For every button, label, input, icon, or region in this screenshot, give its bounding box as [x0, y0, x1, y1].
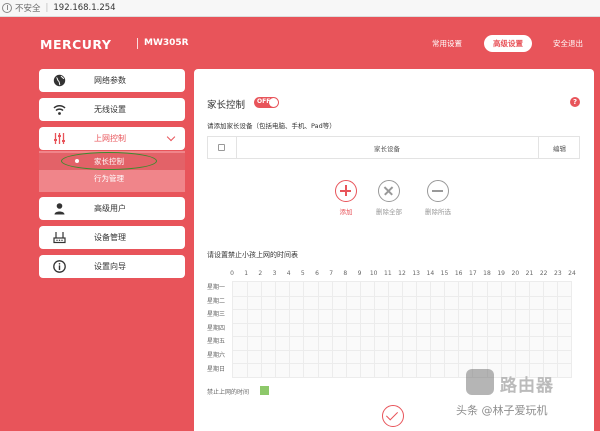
schedule-title: 请设置禁止小孩上网的时间表 — [207, 251, 298, 259]
legend-label: 禁止上网的时间 — [207, 389, 250, 396]
sidebar-item-label: 设置向导 — [94, 262, 126, 271]
day-label: 星期六 — [207, 352, 226, 359]
nav-exit[interactable]: 安全退出 — [550, 35, 586, 52]
highlight-ellipse — [61, 152, 157, 170]
sidebar-item-network[interactable]: 网络参数 — [39, 69, 185, 92]
grid-line — [233, 349, 571, 351]
router-watermark-icon — [466, 369, 494, 395]
sidebar-item-label: 设备管理 — [94, 233, 126, 242]
hour-header: 0 1 2 3 4 5 6 7 8 9 10 11 12 13 14 15 16 17 18 19 20 21 22 23 24 — [230, 270, 576, 279]
hour-label: 14 — [426, 270, 435, 277]
sidebar-item-access-control[interactable]: 上网控制 — [39, 127, 185, 150]
hour-label: 10 — [369, 270, 378, 277]
hour-label: 21 — [525, 270, 534, 277]
hour-label: 6 — [315, 270, 319, 277]
legend-swatch — [260, 386, 269, 395]
hour-label: 3 — [272, 270, 277, 277]
delete-selected-label: 删除所选 — [425, 208, 451, 216]
plus-icon — [335, 180, 357, 202]
hour-label: 22 — [539, 270, 548, 277]
hour-label: 24 — [568, 270, 576, 277]
address-separator: | — [45, 3, 49, 13]
grid-line — [233, 322, 571, 324]
day-label: 星期日 — [207, 365, 226, 373]
watermark-logo: 路由器 — [466, 368, 584, 396]
sidebar-subitem-label: 行为管理 — [94, 174, 124, 183]
grid-line — [233, 309, 571, 311]
hour-label: 19 — [497, 270, 505, 277]
security-label: 不安全 — [15, 4, 41, 14]
close-icon — [378, 180, 400, 202]
top-header: MERCURY MW305R 常用设置 高级设置 安全退出 — [0, 17, 600, 67]
add-devices-hint: 请添加家长设备（包括电脑、手机、Pad等） — [207, 122, 336, 130]
hour-label: 12 — [398, 270, 406, 277]
sidebar-item-advanced-users[interactable]: 高级用户 — [39, 197, 185, 220]
hour-label: 15 — [440, 270, 449, 277]
info-icon — [53, 260, 66, 273]
model-name: MW305R — [144, 38, 189, 48]
nav-advanced-setup[interactable]: 高级设置 — [484, 35, 532, 52]
day-label: 星期三 — [207, 311, 226, 319]
grid-line — [233, 295, 571, 297]
sidebar-item-label: 上网控制 — [94, 134, 126, 143]
router-icon — [53, 232, 66, 244]
watermark-brand: 路由器 — [500, 376, 554, 396]
day-label: 星期一 — [207, 284, 226, 291]
hour-label: 0 — [230, 270, 234, 277]
sliders-icon — [54, 133, 65, 144]
hour-label: 18 — [483, 270, 491, 277]
hour-label: 13 — [412, 270, 420, 277]
nav-quick-setup[interactable]: 常用设置 — [425, 35, 469, 52]
hour-label: 7 — [329, 270, 334, 277]
hour-label: 4 — [286, 270, 291, 277]
page-title: 家长控制 — [207, 100, 246, 111]
sidebar-item-label: 网络参数 — [94, 76, 126, 85]
parental-control-toggle[interactable]: OFF — [254, 97, 279, 108]
hour-label: 17 — [469, 270, 477, 277]
select-all-checkbox[interactable] — [218, 144, 225, 151]
hour-label: 11 — [384, 270, 392, 277]
parent-devices-table: 家长设备 编辑 — [207, 136, 580, 159]
delete-selected-button[interactable]: 删除所选 — [408, 180, 468, 216]
column-header-edit: 编辑 — [553, 145, 566, 153]
help-icon[interactable]: ? — [570, 97, 580, 107]
save-button[interactable] — [382, 405, 404, 427]
sidebar-item-setup-wizard[interactable]: 设置向导 — [39, 255, 185, 278]
hour-label: 20 — [511, 270, 520, 277]
sidebar-item-device-management[interactable]: 设备管理 — [39, 226, 185, 249]
hour-label: 9 — [357, 270, 362, 277]
url-text[interactable]: 192.168.1.254 — [53, 3, 115, 13]
hour-label: 1 — [244, 270, 249, 277]
sidebar-item-wireless[interactable]: 无线设置 — [39, 98, 185, 121]
day-label: 星期二 — [207, 297, 226, 305]
sidebar-item-label: 无线设置 — [94, 105, 126, 114]
sidebar-subitem-behavior-management[interactable]: 行为管理 — [39, 170, 185, 187]
watermark-source: 头条 @林子爱玩机 — [456, 404, 548, 417]
sidebar-item-label: 高级用户 — [94, 204, 126, 213]
info-icon[interactable] — [2, 3, 12, 13]
hour-label: 23 — [554, 270, 562, 277]
schedule-grid[interactable] — [232, 281, 572, 378]
user-icon — [54, 203, 65, 215]
hour-label: 16 — [454, 270, 463, 277]
minus-icon — [427, 180, 449, 202]
toggle-knob — [269, 98, 278, 107]
wifi-icon — [53, 105, 66, 115]
day-label: 星期四 — [207, 324, 226, 332]
brand-logo: MERCURY — [40, 37, 112, 52]
hour-label: 8 — [343, 270, 348, 277]
grid-line — [233, 336, 571, 338]
hour-label: 5 — [300, 270, 305, 277]
hour-label: 2 — [258, 270, 263, 277]
address-bar[interactable]: 不安全 | 192.168.1.254 — [0, 0, 600, 17]
grid-line — [233, 363, 571, 365]
day-label: 星期五 — [207, 338, 226, 346]
logo-divider — [137, 38, 138, 49]
column-header-device: 家长设备 — [374, 145, 400, 153]
chevron-down-icon — [166, 132, 176, 142]
globe-icon — [53, 74, 66, 87]
